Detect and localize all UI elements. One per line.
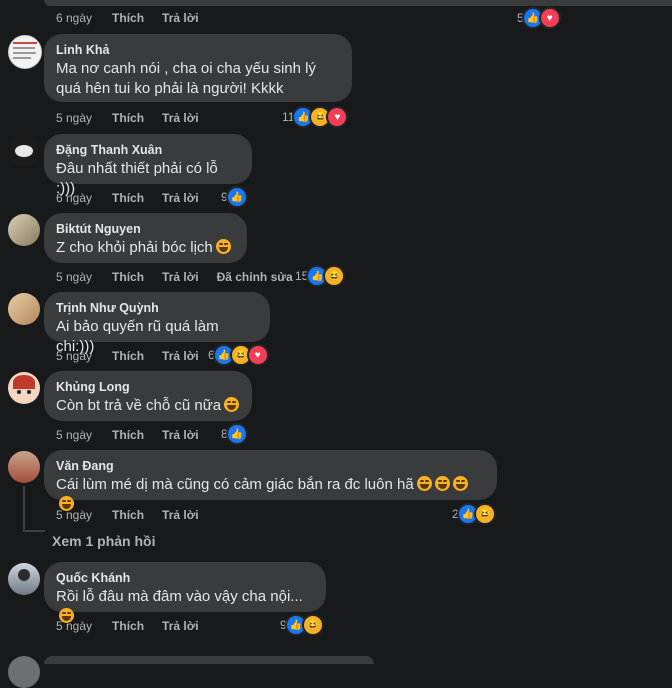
author-name[interactable]: Linh Khả (56, 42, 340, 58)
love-icon: ♥ (326, 106, 349, 128)
comment-actions: 5 ngày Thích Trả lời (56, 348, 217, 364)
reaction-summary[interactable]: 2 👍 😆 (452, 503, 496, 525)
comment-actions: 6 ngày Thích Trả lời (56, 10, 217, 26)
reply-link[interactable]: Trả lời (162, 190, 199, 206)
laughing-emoji-icon (215, 239, 231, 254)
previous-comment-bubble-edge (44, 0, 672, 6)
reply-link[interactable]: Trả lời (162, 618, 199, 634)
avatar[interactable] (8, 451, 40, 483)
avatar[interactable] (8, 35, 42, 69)
comment-actions: 5 ngày Thích Trả lời (56, 110, 217, 126)
avatar[interactable] (8, 656, 40, 688)
reply-link[interactable]: Trả lời (162, 110, 199, 126)
comment-actions: 5 ngày Thích Trả lời (56, 618, 217, 634)
like-link[interactable]: Thích (112, 618, 144, 634)
avatar[interactable] (8, 293, 40, 325)
reaction-summary[interactable]: 11 👍 😆 ♥ (282, 106, 349, 128)
reply-link[interactable]: Trả lời (162, 507, 199, 523)
comment-actions: 5 ngày Thích Trả lời (56, 507, 217, 523)
comment-actions: 6 ngày Thích Trả lời (56, 190, 217, 206)
author-name[interactable]: Biktút Nguyen (56, 221, 235, 237)
comment-actions: 5 ngày Thích Trả lời Đã chỉnh sửa (56, 269, 293, 285)
author-name[interactable]: Trịnh Như Quỳnh (56, 300, 258, 316)
like-link[interactable]: Thích (112, 269, 144, 285)
reaction-summary[interactable]: 9 👍 (221, 186, 248, 208)
comment-bubble: Biktút Nguyen Z cho khỏi phải bóc lịch (44, 213, 247, 263)
comment-time[interactable]: 5 ngày (56, 110, 92, 126)
avatar[interactable] (8, 372, 40, 404)
reaction-summary[interactable]: 5 👍 ♥ (517, 7, 561, 29)
laughing-emoji-icon (224, 397, 240, 412)
like-link[interactable]: Thích (112, 190, 144, 206)
comment-bubble: Khủng Long Còn bt trả về chỗ cũ nữa (44, 371, 252, 421)
reply-link[interactable]: Trả lời (162, 427, 199, 443)
comment-actions: 5 ngày Thích Trả lời (56, 427, 217, 443)
author-name[interactable]: Quốc Khánh (56, 570, 314, 586)
author-name[interactable]: Khủng Long (56, 379, 240, 395)
love-icon: ♥ (538, 7, 561, 29)
edited-label[interactable]: Đã chỉnh sửa (217, 269, 293, 285)
avatar[interactable] (8, 563, 40, 595)
reply-thread-line (23, 530, 45, 532)
comment-time[interactable]: 5 ngày (56, 618, 92, 634)
comment-text: Ma nơ canh nói , cha oi cha yếu sinh lý … (56, 60, 316, 97)
laughing-emoji-icon (452, 476, 468, 491)
comment-bubble: Linh Khả Ma nơ canh nói , cha oi cha yếu… (44, 34, 352, 102)
haha-icon: 😆 (323, 265, 346, 287)
comment-bubble: Trịnh Như Quỳnh Ai bảo quyến rũ quá làm … (44, 292, 270, 355)
like-icon: 👍 (225, 423, 248, 445)
comment-time[interactable]: 5 ngày (56, 269, 92, 285)
reaction-summary[interactable]: 6 👍 😆 ♥ (208, 344, 269, 366)
reaction-summary[interactable]: 15 👍 😆 (295, 265, 346, 287)
reaction-summary[interactable]: 8 👍 (221, 423, 248, 445)
reply-thread-line (23, 486, 25, 532)
comment-bubble: Đặng Thanh Xuân Đâu nhất thiết phải có l… (44, 134, 252, 197)
like-link[interactable]: Thích (112, 507, 144, 523)
love-icon: ♥ (246, 344, 269, 366)
comment-time[interactable]: 5 ngày (56, 427, 92, 443)
like-link[interactable]: Thích (112, 110, 144, 126)
like-link[interactable]: Thích (112, 348, 144, 364)
author-name[interactable]: Văn Đang (56, 458, 485, 474)
comment-text: Z cho khỏi phải bóc lịch (56, 238, 235, 258)
comment-bubble: Quốc Khánh Rồi lỗ đâu mà đâm vào vậy cha… (44, 562, 326, 623)
comment-bubble: Văn Đang Cái lùm mé dị mà cũng có cảm gi… (44, 450, 497, 511)
laughing-emoji-icon (416, 476, 432, 491)
haha-icon: 😆 (473, 503, 496, 525)
next-comment-bubble-edge (44, 656, 374, 664)
reply-link[interactable]: Trả lời (162, 10, 199, 26)
reaction-summary[interactable]: 9 👍 😆 (280, 614, 324, 636)
like-link[interactable]: Thích (112, 427, 144, 443)
view-replies-link[interactable]: Xem 1 phản hồi (52, 533, 155, 549)
avatar[interactable] (8, 214, 40, 246)
comment-time[interactable]: 5 ngày (56, 348, 92, 364)
comment-time[interactable]: 5 ngày (56, 507, 92, 523)
avatar[interactable] (8, 135, 40, 167)
like-link[interactable]: Thích (112, 10, 144, 26)
reply-link[interactable]: Trả lời (162, 348, 199, 364)
comment-text: Còn bt trả về chỗ cũ nữa (56, 396, 240, 416)
haha-icon: 😆 (301, 614, 324, 636)
comment-time[interactable]: 6 ngày (56, 10, 92, 26)
author-name[interactable]: Đặng Thanh Xuân (56, 142, 240, 158)
reply-link[interactable]: Trả lời (162, 269, 199, 285)
like-icon: 👍 (225, 186, 248, 208)
laughing-emoji-icon (434, 476, 450, 491)
comment-time[interactable]: 6 ngày (56, 190, 92, 206)
